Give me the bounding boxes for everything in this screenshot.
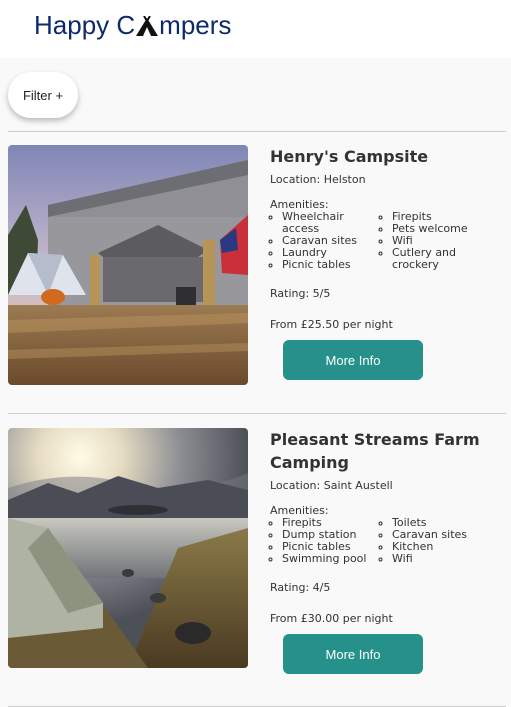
campsite-location: Location: Saint Austell: [270, 479, 393, 492]
campsite-rating: Rating: 5/5: [270, 287, 331, 300]
brand-text-start: Happy C: [34, 10, 136, 40]
campsite-location: Location: Helston: [270, 173, 366, 186]
brand-logo[interactable]: Happy C mpers: [34, 10, 231, 41]
divider: [8, 131, 506, 132]
campsite-price: From £25.50 per night: [270, 318, 393, 331]
campsite-card: Pleasant Streams Farm Camping Location: …: [8, 428, 506, 674]
campsite-card: Henry's Campsite Location: Helston Ameni…: [8, 145, 506, 385]
amenities-list: Firepits Dump station Picnic tables Swim…: [270, 517, 506, 565]
campsite-photo: [8, 145, 248, 385]
amenity-item: Wifi: [392, 553, 492, 565]
campsite-price: From £30.00 per night: [270, 612, 393, 625]
amenity-item: Cutlery and crockery: [392, 247, 492, 271]
tent-icon: [136, 15, 159, 36]
campsite-details: Henry's Campsite Location: Helston Ameni…: [270, 145, 506, 331]
campsite-name: Henry's Campsite: [270, 147, 429, 166]
divider: [8, 413, 506, 414]
amenity-item: Swimming pool: [282, 553, 380, 565]
more-info-button[interactable]: More Info: [283, 340, 423, 380]
page: Happy C mpers Filter + Henry's Campsite …: [0, 0, 511, 707]
amenity-item: Wheelchair access: [282, 211, 380, 235]
amenities-list: Wheelchair access Caravan sites Laundry …: [270, 211, 506, 271]
filter-button[interactable]: Filter +: [8, 72, 78, 118]
campsite-photo: [8, 428, 248, 668]
campsite-details: Pleasant Streams Farm Camping Location: …: [270, 428, 506, 625]
more-info-button[interactable]: More Info: [283, 634, 423, 674]
main-content: Filter + Henry's Campsite Location: Hels…: [0, 58, 511, 707]
header: Happy C mpers: [0, 0, 511, 58]
campsite-name: Pleasant Streams Farm Camping: [270, 430, 480, 472]
campsite-rating: Rating: 4/5: [270, 581, 331, 594]
amenity-item: Picnic tables: [282, 259, 380, 271]
brand-text-end: mpers: [159, 10, 232, 40]
